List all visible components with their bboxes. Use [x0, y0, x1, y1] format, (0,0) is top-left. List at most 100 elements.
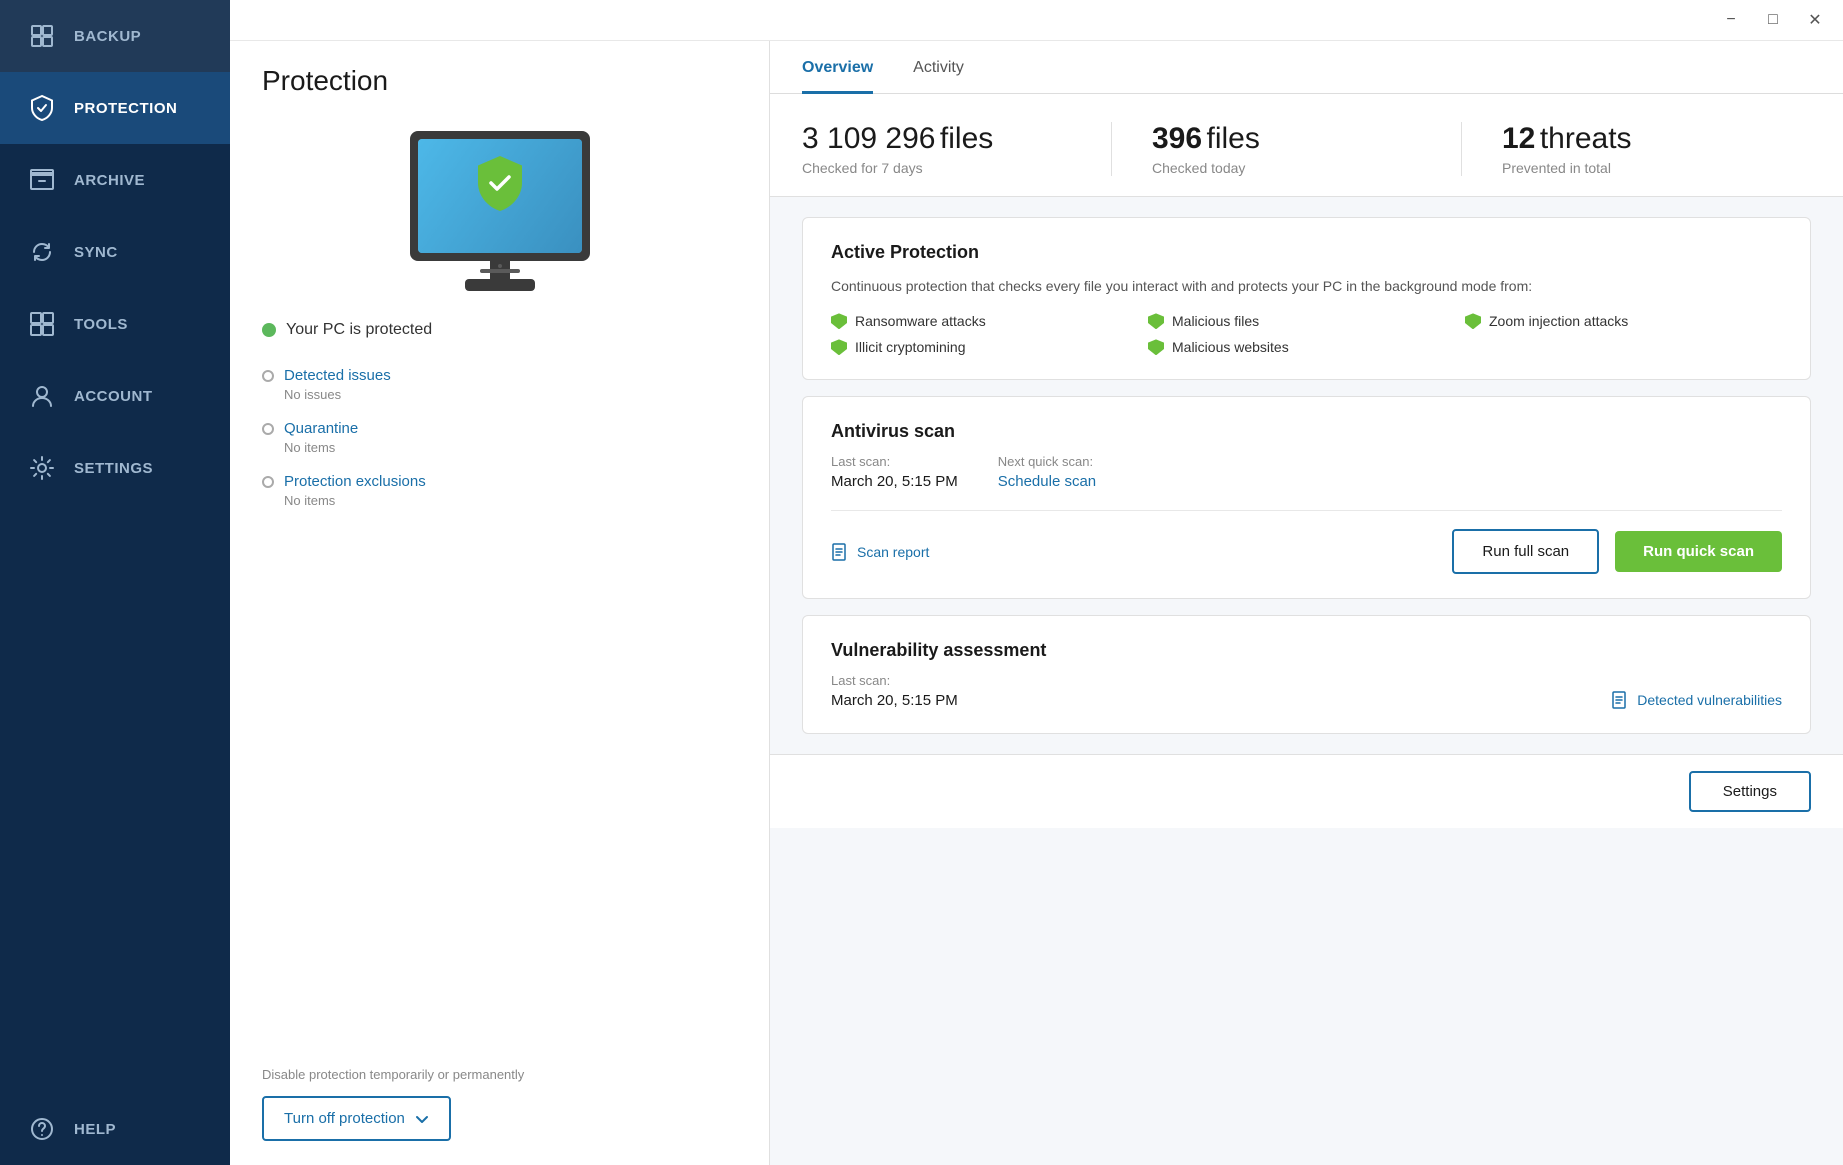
protection-icon — [28, 94, 56, 122]
disable-section: Disable protection temporarily or perman… — [262, 1045, 737, 1142]
shield-icon-cryptomining — [831, 339, 847, 355]
feature-cryptomining-label: Illicit cryptomining — [855, 339, 965, 355]
vuln-last-scan-value: March 20, 5:15 PM — [831, 692, 958, 709]
status-text: Your PC is protected — [286, 321, 432, 339]
sidebar-item-protection[interactable]: PROTECTION — [0, 72, 230, 144]
disable-label: Disable protection temporarily or perman… — [262, 1065, 737, 1085]
link-circle-detected — [262, 370, 274, 382]
sidebar-item-settings[interactable]: SETTINGS — [0, 432, 230, 504]
main-content: − □ ✕ Protection — [230, 0, 1843, 1165]
schedule-scan-link[interactable]: Schedule scan — [998, 473, 1096, 490]
run-quick-scan-button[interactable]: Run quick scan — [1615, 531, 1782, 572]
next-scan-info: Next quick scan: Schedule scan — [998, 454, 1096, 490]
vuln-row: Last scan: March 20, 5:15 PM Detected vu… — [831, 673, 1782, 709]
minimize-button[interactable]: − — [1719, 8, 1743, 32]
stats-row: 3 109 296 files Checked for 7 days 396 f… — [770, 94, 1843, 197]
archive-icon — [28, 166, 56, 194]
shield-icon-malicious-files — [1148, 313, 1164, 329]
features-grid: Ransomware attacks Malicious files Zoom … — [831, 313, 1782, 355]
link-circle-quarantine — [262, 423, 274, 435]
stat-threats: 12 threats Prevented in total — [1461, 122, 1811, 176]
sidebar-item-account-label: ACCOUNT — [74, 388, 153, 405]
stat-threats-unit: threats — [1540, 122, 1632, 155]
tabs-bar: Overview Activity — [770, 41, 1843, 94]
last-scan-value: March 20, 5:15 PM — [831, 473, 958, 490]
detected-issues-sub: No issues — [284, 387, 737, 402]
status-dot — [262, 323, 276, 337]
scan-actions: Scan report Run full scan Run quick scan — [831, 510, 1782, 574]
vulnerability-assessment-card: Vulnerability assessment Last scan: Marc… — [802, 615, 1811, 734]
stat-threats-number: 12 — [1502, 122, 1535, 155]
tab-overview[interactable]: Overview — [802, 41, 873, 94]
link-circle-exclusions — [262, 476, 274, 488]
settings-button[interactable]: Settings — [1689, 771, 1811, 812]
vuln-last-scan-label: Last scan: — [831, 673, 958, 688]
sidebar-item-tools[interactable]: TOOLS — [0, 288, 230, 360]
monitor-graphic — [262, 121, 737, 301]
stat-files-today-number: 396 — [1152, 122, 1202, 155]
sidebar-item-help[interactable]: HELP — [0, 1093, 230, 1165]
settings-gear-icon — [28, 454, 56, 482]
sidebar-bottom: HELP — [0, 1093, 230, 1165]
vulnerability-assessment-title: Vulnerability assessment — [831, 640, 1782, 661]
feature-ransomware-label: Ransomware attacks — [855, 313, 986, 329]
body-split: Protection — [230, 41, 1843, 1165]
quarantine-sub: No items — [284, 440, 737, 455]
protection-exclusions-link[interactable]: Protection exclusions — [284, 473, 426, 490]
backup-icon — [28, 22, 56, 50]
feature-malicious-websites-label: Malicious websites — [1172, 339, 1289, 355]
shield-icon-ransomware — [831, 313, 847, 329]
quarantine-link[interactable]: Quarantine — [284, 420, 358, 437]
chevron-down-icon — [415, 1112, 429, 1126]
feature-malicious-websites: Malicious websites — [1148, 339, 1465, 355]
sync-icon — [28, 238, 56, 266]
stat-files-today: 396 files Checked today — [1111, 122, 1461, 176]
last-scan-label: Last scan: — [831, 454, 958, 469]
sidebar-item-help-label: HELP — [74, 1121, 116, 1138]
account-icon — [28, 382, 56, 410]
stat-files-today-unit: files — [1207, 122, 1260, 155]
detected-vulnerabilities-link[interactable]: Detected vulnerabilities — [1611, 691, 1782, 709]
scan-report-link[interactable]: Scan report — [831, 543, 1436, 561]
tab-activity[interactable]: Activity — [913, 41, 964, 94]
close-button[interactable]: ✕ — [1803, 8, 1827, 32]
active-protection-desc: Continuous protection that checks every … — [831, 275, 1782, 297]
scan-info-row: Last scan: March 20, 5:15 PM Next quick … — [831, 454, 1782, 490]
sidebar: BACKUP PROTECTION ARCHIVE — [0, 0, 230, 1165]
detected-vulnerabilities-label: Detected vulnerabilities — [1637, 692, 1782, 708]
antivirus-scan-title: Antivirus scan — [831, 421, 1782, 442]
feature-malicious-files: Malicious files — [1148, 313, 1465, 329]
scan-report-icon — [831, 543, 849, 561]
bottom-bar: Settings — [770, 754, 1843, 828]
last-scan-info: Last scan: March 20, 5:15 PM — [831, 454, 958, 490]
right-panel: Overview Activity 3 109 296 files Checke… — [770, 41, 1843, 1165]
feature-cryptomining: Illicit cryptomining — [831, 339, 1148, 355]
detected-issues-link[interactable]: Detected issues — [284, 367, 391, 384]
stat-files-today-label: Checked today — [1152, 160, 1421, 176]
stat-files-7days: 3 109 296 files Checked for 7 days — [802, 122, 1111, 176]
cards-area: Active Protection Continuous protection … — [770, 197, 1843, 754]
turn-off-protection-button[interactable]: Turn off protection — [262, 1096, 451, 1141]
maximize-button[interactable]: □ — [1761, 8, 1785, 32]
left-panel: Protection — [230, 41, 770, 1165]
feature-zoom-injection: Zoom injection attacks — [1465, 313, 1782, 329]
feature-zoom-label: Zoom injection attacks — [1489, 313, 1628, 329]
sidebar-item-archive[interactable]: ARCHIVE — [0, 144, 230, 216]
tools-icon — [28, 310, 56, 338]
sidebar-item-backup[interactable]: BACKUP — [0, 0, 230, 72]
protected-status: Your PC is protected — [262, 321, 737, 339]
sidebar-item-account[interactable]: ACCOUNT — [0, 360, 230, 432]
run-full-scan-button[interactable]: Run full scan — [1452, 529, 1599, 574]
sidebar-item-tools-label: TOOLS — [74, 316, 128, 333]
sidebar-item-settings-label: SETTINGS — [74, 460, 153, 477]
sidebar-links: Detected issues No issues Quarantine No … — [262, 367, 737, 508]
sidebar-item-sync[interactable]: SYNC — [0, 216, 230, 288]
sidebar-item-protection-label: PROTECTION — [74, 100, 177, 117]
next-scan-label: Next quick scan: — [998, 454, 1096, 469]
stat-files-7days-label: Checked for 7 days — [802, 160, 1071, 176]
sidebar-item-sync-label: SYNC — [74, 244, 118, 261]
antivirus-scan-card: Antivirus scan Last scan: March 20, 5:15… — [802, 396, 1811, 599]
stat-files-7days-number: 3 109 296 — [802, 122, 935, 155]
protection-exclusions-sub: No items — [284, 493, 737, 508]
scan-report-label: Scan report — [857, 544, 929, 560]
